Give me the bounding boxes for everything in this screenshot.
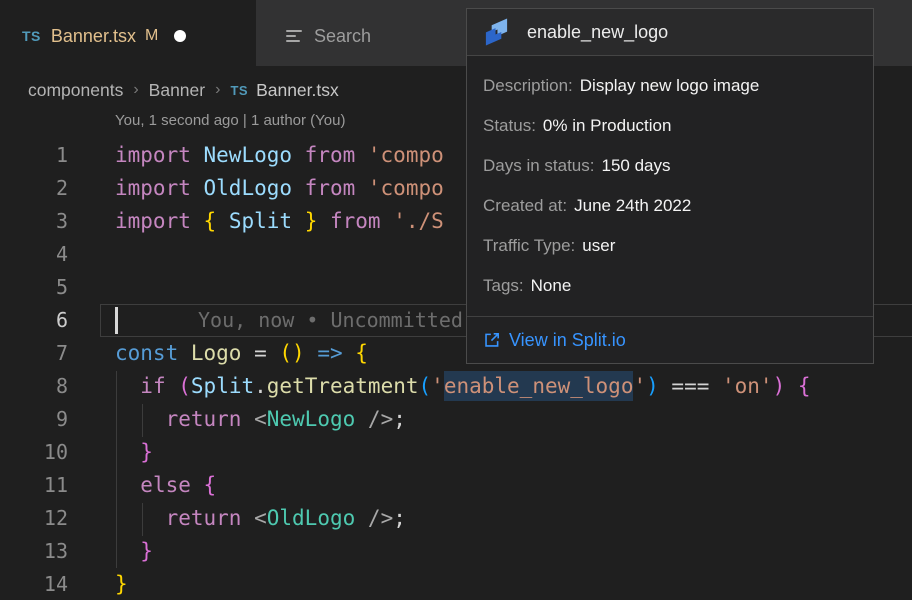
chevron-right-icon: › [215,81,220,99]
line-number[interactable]: 4 [0,238,68,271]
view-in-split-link[interactable]: View in Split.io [483,330,626,351]
line-number[interactable]: 8 [0,370,68,403]
popup-rows: Description:Display new logo imageStatus… [467,56,873,306]
breadcrumb-subfolder[interactable]: Banner [149,80,205,101]
vscode-window: TS Banner.tsx M Search components › Bann… [0,0,912,600]
line-number[interactable]: 12 [0,502,68,535]
breadcrumb: components › Banner › TS Banner.tsx [28,78,339,102]
typescript-file-icon: TS [22,28,41,44]
line-number[interactable]: 7 [0,337,68,370]
code-line: return <OldLogo />; [115,502,811,535]
typescript-file-icon: TS [230,83,248,98]
search-editor-icon [286,30,302,42]
split-flag-hover-popup: enable_new_logo Description:Display new … [466,8,874,364]
tab-title: Banner.tsx [51,26,136,47]
popup-row: Traffic Type:user [483,226,857,266]
code-line: } [115,436,811,469]
line-number[interactable]: 10 [0,436,68,469]
popup-row: Status:0% in Production [483,106,857,146]
line-number[interactable]: 1 [0,139,68,172]
code-line: } [115,535,811,568]
code-line: } [115,568,811,600]
line-number[interactable]: 5 [0,271,68,304]
tab-banner-tsx[interactable]: TS Banner.tsx M [0,0,256,66]
popup-row: Days in status:150 days [483,146,857,186]
line-number[interactable]: 14 [0,568,68,600]
code-line: return <NewLogo />; [115,403,811,436]
breadcrumb-folder[interactable]: components [28,80,123,101]
line-number[interactable]: 3 [0,205,68,238]
line-number[interactable]: 9 [0,403,68,436]
git-modified-badge: M [145,27,158,45]
popup-title: enable_new_logo [527,22,668,43]
gutter: 1234567891011121314 [0,139,68,600]
external-link-icon [483,331,501,349]
line-number[interactable]: 13 [0,535,68,568]
codelens-blame[interactable]: You, 1 second ago | 1 author (You) [115,112,345,129]
popup-header: enable_new_logo [467,9,873,56]
line-number[interactable]: 11 [0,469,68,502]
line-number[interactable]: 2 [0,172,68,205]
popup-footer: View in Split.io [467,316,873,363]
split-io-logo-icon [483,17,510,47]
tab-search[interactable]: Search [256,0,395,66]
chevron-right-icon: › [133,81,138,99]
tab-title: Search [314,26,371,47]
popup-row: Created at:June 24th 2022 [483,186,857,226]
link-label: View in Split.io [509,330,626,351]
popup-row: Description:Display new logo image [483,66,857,106]
unsaved-dot-icon[interactable] [174,30,186,42]
popup-row: Tags:None [483,266,857,306]
breadcrumb-file[interactable]: Banner.tsx [256,80,339,101]
code-line: if (Split.getTreatment('enable_new_logo'… [115,370,811,403]
code-line: else { [115,469,811,502]
line-number[interactable]: 6 [0,304,68,337]
